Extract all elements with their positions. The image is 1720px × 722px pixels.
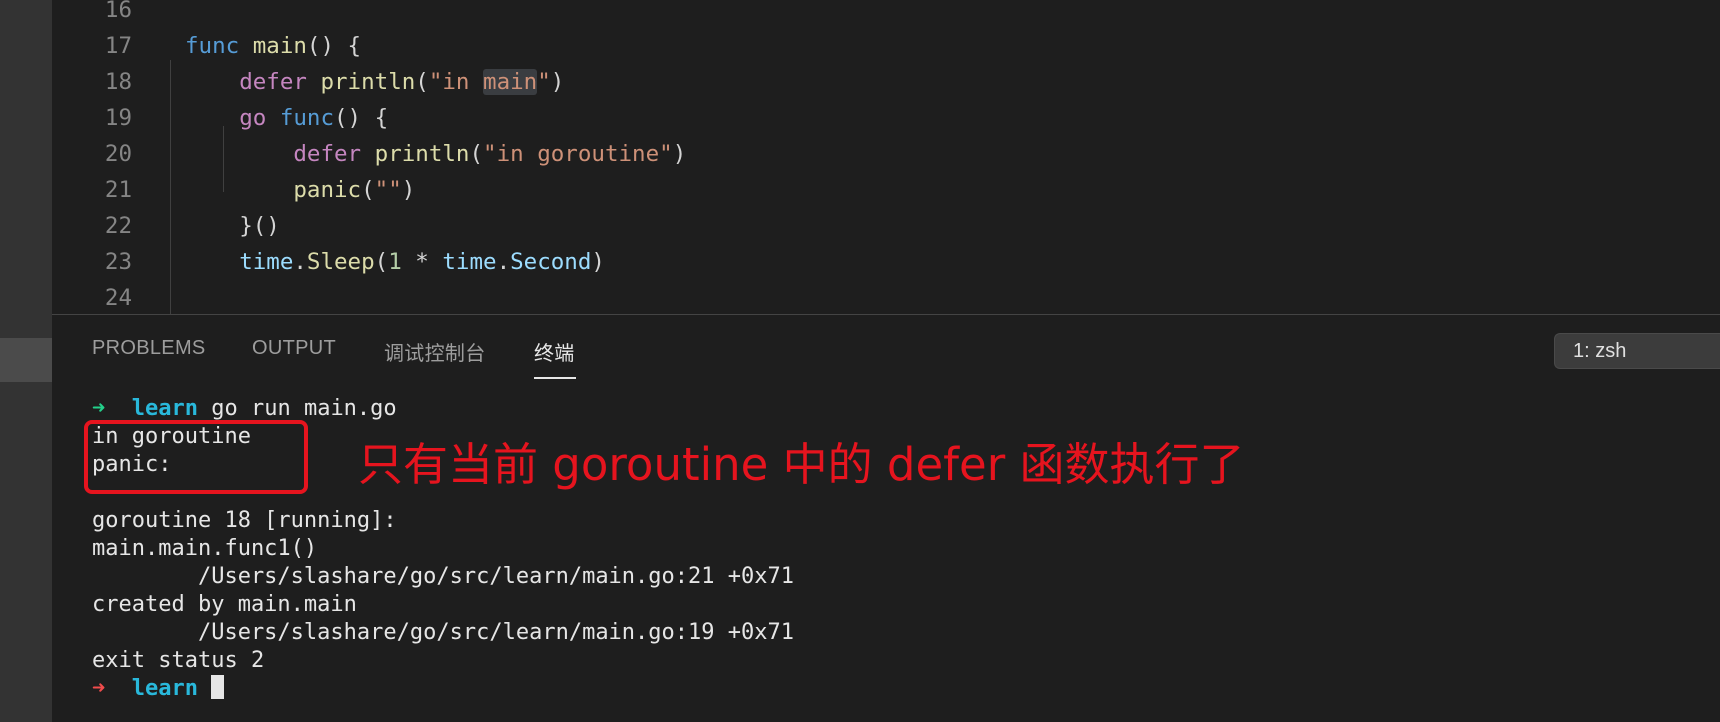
annotation-text: 只有当前 goroutine 中的 defer 函数执行了 bbox=[358, 438, 1245, 491]
code-line[interactable]: 23 time.Sleep(1 * time.Second) bbox=[52, 244, 1720, 280]
terminal-output-line: exit status 2 bbox=[92, 648, 265, 673]
prompt-directory: learn bbox=[131, 676, 198, 701]
code-line[interactable]: 16 bbox=[52, 0, 1720, 28]
code-token: . bbox=[293, 249, 307, 275]
code-token: ) bbox=[550, 69, 565, 95]
code-line[interactable]: 17 func main() { bbox=[52, 28, 1720, 64]
code-text: }() bbox=[185, 208, 280, 244]
code-token: ( bbox=[469, 141, 484, 167]
code-token: main bbox=[483, 69, 538, 95]
line-number: 22 bbox=[104, 213, 132, 239]
code-token: println bbox=[374, 141, 470, 167]
terminal-cursor bbox=[211, 675, 225, 699]
code-token: }() bbox=[239, 213, 280, 239]
terminal-output-line: goroutine 18 [running]: bbox=[92, 508, 397, 533]
code-token: . bbox=[496, 249, 511, 275]
line-number: 23 bbox=[104, 249, 132, 275]
code-token: ( bbox=[415, 69, 429, 95]
code-token: time bbox=[239, 249, 294, 275]
terminal-select[interactable]: 1: zsh bbox=[1554, 333, 1720, 369]
terminal-output-line: main.main.func1() bbox=[92, 536, 318, 561]
terminal-output-line: created by main.main bbox=[92, 592, 357, 617]
terminal-output-line: /Users/slashare/go/src/learn/main.go:21 … bbox=[92, 564, 794, 589]
code-text: time.Sleep(1 * time.Second) bbox=[185, 244, 605, 280]
code-token: ) bbox=[401, 177, 416, 203]
code-token: Second bbox=[510, 249, 592, 275]
code-token: panic bbox=[293, 177, 362, 203]
code-token: ( bbox=[361, 177, 375, 203]
code-text: panic("") bbox=[185, 172, 415, 208]
code-token: Sleep bbox=[306, 249, 375, 275]
prompt-arrow-icon: ➜ bbox=[92, 676, 106, 701]
activity-bar bbox=[0, 0, 52, 722]
activity-bar-active-item[interactable] bbox=[0, 338, 52, 382]
code-token: " bbox=[537, 69, 551, 95]
code-line[interactable]: 20 defer println("in goroutine") bbox=[52, 136, 1720, 172]
code-token: "in goroutine" bbox=[483, 141, 673, 167]
code-token: main bbox=[252, 33, 307, 59]
tab-debug-console[interactable]: 调试控制台 bbox=[384, 337, 486, 366]
line-number: 17 bbox=[104, 33, 132, 59]
code-token: () { bbox=[306, 33, 362, 59]
terminal-output-line: /Users/slashare/go/src/learn/main.go:19 … bbox=[92, 620, 794, 645]
code-text: defer println("in main") bbox=[185, 64, 564, 100]
tab-output[interactable]: OUTPUT bbox=[252, 337, 336, 360]
terminal-prompt-line-current[interactable]: ➜ learn bbox=[92, 675, 225, 703]
code-token: ) bbox=[591, 249, 605, 275]
prompt-arrow-icon: ➜ bbox=[92, 396, 106, 421]
code-line[interactable]: 19 go func() { bbox=[52, 100, 1720, 136]
prompt-directory: learn bbox=[131, 396, 198, 421]
terminal-select-value: 1: zsh bbox=[1573, 340, 1627, 362]
code-token: defer bbox=[293, 141, 362, 167]
line-number: 16 bbox=[104, 0, 132, 23]
code-line[interactable]: 22 }() bbox=[52, 208, 1720, 244]
code-editor[interactable]: 16 17 func main() {18 defer println("in ma… bbox=[52, 0, 1720, 314]
code-token: ( bbox=[374, 249, 389, 275]
code-line[interactable]: 21 panic("") bbox=[52, 172, 1720, 208]
tab-terminal[interactable]: 终端 bbox=[534, 337, 575, 366]
code-token: () { bbox=[334, 105, 389, 131]
code-line[interactable]: 18 defer println("in main") bbox=[52, 64, 1720, 100]
code-token: defer bbox=[239, 69, 307, 95]
code-token: ) bbox=[672, 141, 687, 167]
code-text: defer println("in goroutine") bbox=[185, 136, 686, 172]
code-token: "" bbox=[374, 177, 402, 203]
code-line[interactable]: 24 bbox=[52, 280, 1720, 314]
indent-guide-nested bbox=[223, 126, 224, 192]
tab-problems[interactable]: PROBLEMS bbox=[92, 337, 206, 360]
code-token: 1 bbox=[388, 249, 402, 275]
code-token: func bbox=[279, 105, 335, 131]
code-text: func main() { bbox=[185, 28, 361, 64]
line-number: 21 bbox=[104, 177, 132, 203]
bottom-panel: PROBLEMS OUTPUT 调试控制台 终端 1: zsh ➜ learn … bbox=[52, 315, 1720, 722]
code-token: println bbox=[320, 69, 416, 95]
indent-guide bbox=[170, 60, 171, 314]
active-tab-indicator bbox=[534, 377, 576, 379]
terminal-prompt-line: ➜ learn go run main.go bbox=[92, 395, 397, 423]
annotation-highlight-box bbox=[84, 420, 308, 494]
code-token: func bbox=[185, 33, 240, 59]
code-token: * bbox=[401, 249, 443, 275]
line-number: 24 bbox=[104, 285, 132, 311]
code-text: go func() { bbox=[185, 100, 388, 136]
line-number: 18 bbox=[104, 69, 132, 95]
line-number: 19 bbox=[104, 105, 132, 131]
code-token: go bbox=[239, 105, 267, 131]
terminal-command: go run main.go bbox=[211, 396, 397, 421]
line-number: 20 bbox=[104, 141, 132, 167]
code-token: "in bbox=[428, 69, 484, 95]
code-token: time bbox=[442, 249, 497, 275]
